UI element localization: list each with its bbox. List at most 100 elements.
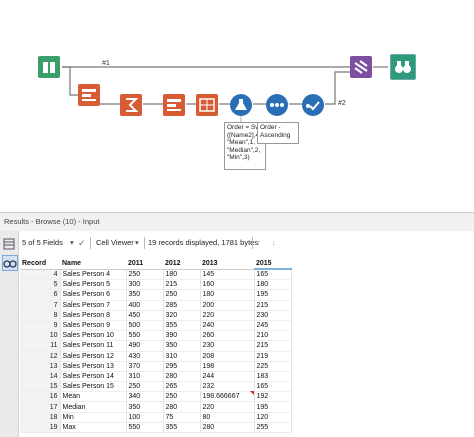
- table-row[interactable]: 17 Median 350 280 220 195: [20, 401, 292, 413]
- table-cell[interactable]: 215: [163, 279, 201, 291]
- table-cell[interactable]: 230: [254, 310, 292, 321]
- table-cell[interactable]: Sales Person 10: [60, 330, 127, 342]
- column-header[interactable]: 2013: [200, 258, 254, 270]
- table-cell[interactable]: Sales Person 6: [60, 289, 127, 301]
- table-cell[interactable]: 195: [254, 401, 292, 413]
- table-cell[interactable]: 310: [163, 351, 201, 362]
- table-cell[interactable]: 208: [200, 351, 255, 362]
- record-cell[interactable]: 5: [20, 279, 61, 291]
- table-row[interactable]: 7 Sales Person 7 400 285 200 215: [20, 300, 292, 311]
- table-cell[interactable]: Sales Person 8: [60, 310, 127, 321]
- column-header[interactable]: 2011: [126, 258, 163, 270]
- union-tool[interactable]: [350, 56, 372, 78]
- table-cell[interactable]: 192: [254, 391, 292, 403]
- sort-tool[interactable]: [230, 94, 252, 116]
- table-row[interactable]: 8 Sales Person 8 450 320 220 230: [20, 310, 292, 321]
- arrow-up-icon[interactable]: ↑: [257, 235, 261, 251]
- table-cell[interactable]: 180: [200, 289, 255, 301]
- table-cell[interactable]: 285: [163, 300, 201, 311]
- table-cell[interactable]: 225: [254, 361, 292, 372]
- table-cell[interactable]: Sales Person 12: [60, 351, 127, 362]
- table-cell[interactable]: 450: [126, 310, 164, 321]
- record-cell[interactable]: 7: [20, 300, 61, 311]
- table-cell[interactable]: 320: [163, 310, 201, 321]
- table-cell[interactable]: Median: [60, 401, 127, 413]
- table-cell[interactable]: 198: [200, 361, 255, 372]
- table-cell[interactable]: 180: [163, 269, 201, 281]
- summarize-tool[interactable]: [120, 94, 142, 116]
- record-cell[interactable]: 15: [20, 381, 61, 393]
- table-cell[interactable]: 200: [200, 300, 255, 311]
- table-cell[interactable]: Sales Person 9: [60, 320, 127, 332]
- table-cell[interactable]: 350: [163, 340, 201, 352]
- table-cell[interactable]: Max: [60, 422, 127, 434]
- table-cell[interactable]: 120: [254, 412, 292, 423]
- table-view-icon[interactable]: [2, 237, 16, 251]
- record-cell[interactable]: 6: [20, 289, 61, 301]
- table-cell[interactable]: 195: [254, 289, 292, 301]
- table-cell[interactable]: 260: [200, 330, 255, 342]
- table-cell[interactable]: 145: [200, 269, 255, 281]
- formula-tool[interactable]: [78, 84, 100, 106]
- cell-viewer-dropdown[interactable]: Cell Viewer: [96, 235, 134, 251]
- record-cell[interactable]: 4: [20, 269, 61, 281]
- sample-tool[interactable]: [302, 94, 324, 116]
- table-cell[interactable]: 340: [126, 391, 164, 403]
- table-cell[interactable]: Sales Person 7: [60, 300, 127, 311]
- record-cell[interactable]: 19: [20, 422, 61, 434]
- table-cell[interactable]: 400: [126, 300, 164, 311]
- table-cell[interactable]: Min: [60, 412, 127, 423]
- table-cell[interactable]: Sales Person 15: [60, 381, 127, 393]
- fields-dropdown[interactable]: 5 of 5 Fields: [22, 235, 63, 251]
- table-cell[interactable]: 265: [163, 381, 201, 393]
- table-cell[interactable]: Sales Person 14: [60, 371, 127, 383]
- binoculars-icon[interactable]: [2, 255, 18, 271]
- table-row[interactable]: 19 Max 550 355 280 255: [20, 422, 292, 434]
- table-cell[interactable]: 310: [126, 371, 164, 383]
- checkmark-icon[interactable]: ✓: [78, 235, 86, 251]
- record-cell[interactable]: 13: [20, 361, 61, 372]
- table-cell[interactable]: Sales Person 5: [60, 279, 127, 291]
- table-row[interactable]: 11 Sales Person 11 490 350 230 215: [20, 340, 292, 352]
- browse-tool[interactable]: [390, 54, 416, 80]
- table-cell[interactable]: 550: [126, 330, 164, 342]
- table-cell[interactable]: 180: [254, 279, 292, 291]
- table-cell[interactable]: Sales Person 13: [60, 361, 127, 372]
- record-cell[interactable]: 12: [20, 351, 61, 362]
- table-cell[interactable]: 165: [254, 269, 292, 281]
- chevron-down-icon[interactable]: ▾: [70, 235, 74, 251]
- table-cell[interactable]: 245: [254, 320, 292, 332]
- record-cell[interactable]: 10: [20, 330, 61, 342]
- table-cell[interactable]: 390: [163, 330, 201, 342]
- chevron-down-icon[interactable]: ▾: [135, 235, 139, 251]
- formula-tool-2[interactable]: [163, 94, 185, 116]
- table-cell[interactable]: 232: [200, 381, 255, 393]
- record-cell[interactable]: 9: [20, 320, 61, 332]
- column-header[interactable]: Name: [60, 258, 126, 270]
- table-cell[interactable]: 300: [126, 279, 164, 291]
- table-cell[interactable]: 240: [200, 320, 255, 332]
- table-cell[interactable]: 350: [126, 401, 164, 413]
- record-cell[interactable]: 17: [20, 401, 61, 413]
- table-row[interactable]: 6 Sales Person 6 350 250 180 195: [20, 289, 292, 301]
- column-header[interactable]: Record: [20, 258, 60, 270]
- table-row[interactable]: 14 Sales Person 14 310 280 244 183: [20, 371, 292, 383]
- record-cell[interactable]: 8: [20, 310, 61, 321]
- record-cell[interactable]: 11: [20, 340, 61, 352]
- input-data-tool[interactable]: [38, 56, 60, 78]
- table-cell[interactable]: 210: [254, 330, 292, 342]
- table-cell[interactable]: 183: [254, 371, 292, 383]
- table-cell[interactable]: 100: [126, 412, 164, 423]
- table-cell[interactable]: 220: [200, 310, 255, 321]
- table-row[interactable]: 18 Min 100 75 80 120: [20, 412, 292, 423]
- table-row[interactable]: 4 Sales Person 4 250 180 145 165: [20, 269, 292, 281]
- table-cell[interactable]: 355: [163, 422, 201, 434]
- record-cell[interactable]: 16: [20, 391, 61, 403]
- table-cell[interactable]: 295: [163, 361, 201, 372]
- table-cell[interactable]: 280: [200, 422, 255, 434]
- table-row[interactable]: 12 Sales Person 12 430 310 208 219: [20, 351, 292, 362]
- table-cell[interactable]: 250: [163, 391, 201, 403]
- workflow-canvas[interactable]: #1 #2 Order = Sw ([Name2],4 "Mean",1, "M…: [0, 0, 474, 210]
- table-cell[interactable]: 215: [254, 300, 292, 311]
- transpose-tool[interactable]: [196, 94, 218, 116]
